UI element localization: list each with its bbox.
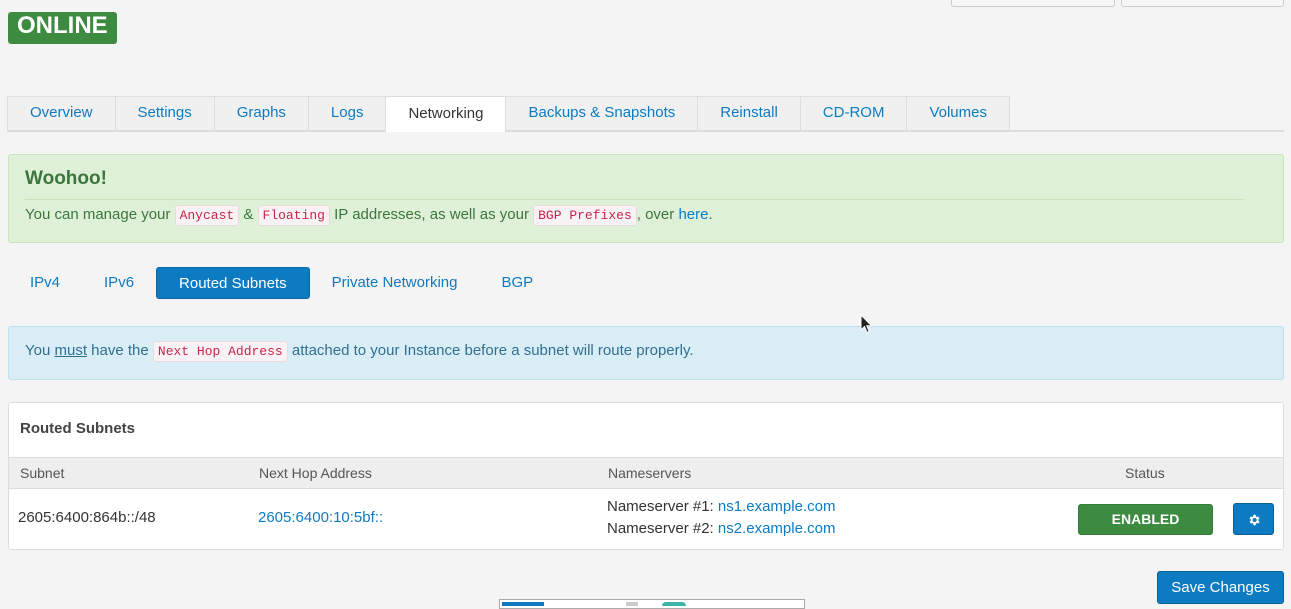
nameserver-1: Nameserver #1: ns1.example.com — [607, 498, 835, 515]
alert-text: You can manage your — [25, 206, 171, 223]
bgp-prefixes-code: BGP Prefixes — [533, 205, 637, 226]
networking-subtabs: IPv4 IPv6 Routed Subnets Private Network… — [8, 267, 555, 299]
top-action-button-1[interactable] — [951, 0, 1115, 7]
tab-reinstall[interactable]: Reinstall — [697, 96, 801, 130]
info-text: have the — [91, 342, 149, 359]
info-emphasis: must — [54, 342, 87, 359]
anycast-code: Anycast — [174, 205, 240, 226]
next-hop-code: Next Hop Address — [152, 341, 288, 362]
subtab-bgp[interactable]: BGP — [480, 267, 556, 299]
status-enabled-button[interactable]: ENABLED — [1078, 504, 1213, 535]
alert-divider — [25, 199, 1245, 200]
tab-cd-rom[interactable]: CD-ROM — [799, 96, 908, 130]
alert-message: You can manage your Anycast & Floating I… — [25, 205, 713, 226]
column-next-hop: Next Hop Address — [259, 465, 372, 481]
subtab-private-networking[interactable]: Private Networking — [310, 267, 480, 299]
column-subnet: Subnet — [20, 465, 65, 481]
save-changes-button[interactable]: Save Changes — [1157, 571, 1284, 604]
mouse-cursor-icon — [860, 314, 873, 334]
nameserver-1-label: Nameserver #1: — [607, 498, 714, 515]
tab-backups-snapshots[interactable]: Backups & Snapshots — [505, 96, 699, 130]
tab-settings[interactable]: Settings — [114, 96, 215, 130]
tab-logs[interactable]: Logs — [307, 96, 387, 130]
here-link[interactable]: here — [678, 206, 708, 223]
top-action-button-2[interactable] — [1121, 0, 1284, 7]
alert-text: IP addresses, as well as your — [334, 206, 529, 223]
info-text: You — [25, 342, 51, 359]
info-alert: You must have the Next Hop Address attac… — [8, 326, 1284, 380]
status-badge: ONLINE — [8, 12, 117, 44]
tab-networking[interactable]: Networking — [385, 96, 507, 132]
gear-icon — [1249, 514, 1260, 525]
subtab-routed-subnets[interactable]: Routed Subnets — [156, 267, 310, 299]
alert-text: & — [243, 206, 254, 223]
tab-overview[interactable]: Overview — [7, 96, 116, 130]
bottom-widget-fragment — [499, 599, 805, 609]
alert-text: , over — [636, 206, 675, 223]
nameserver-1-link[interactable]: ns1.example.com — [718, 498, 836, 515]
nameserver-2-label: Nameserver #2: — [607, 520, 714, 537]
table-header: Subnet Next Hop Address Nameservers Stat… — [9, 457, 1283, 489]
column-nameservers: Nameservers — [608, 465, 692, 481]
floating-code: Floating — [257, 205, 330, 226]
subtab-ipv4[interactable]: IPv4 — [8, 267, 82, 299]
tab-volumes[interactable]: Volumes — [906, 96, 1010, 130]
alert-text: . — [708, 206, 713, 223]
subnet-value: 2605:6400:864b::/48 — [18, 509, 156, 526]
info-message: You must have the Next Hop Address attac… — [25, 341, 694, 362]
column-status: Status — [1125, 465, 1165, 481]
nameserver-2: Nameserver #2: ns2.example.com — [607, 520, 835, 537]
subnet-settings-button[interactable] — [1233, 503, 1274, 535]
info-text: attached to your Instance before a subne… — [291, 342, 694, 359]
success-alert: Woohoo! You can manage your Anycast & Fl… — [8, 154, 1284, 243]
panel-title: Routed Subnets — [20, 420, 135, 437]
nameserver-2-link[interactable]: ns2.example.com — [718, 520, 836, 537]
next-hop-link[interactable]: 2605:6400:10:5bf:: — [258, 509, 383, 526]
routed-subnets-panel: Routed Subnets Subnet Next Hop Address N… — [8, 402, 1284, 550]
main-tabs: Overview Settings Graphs Logs Networking… — [7, 96, 1284, 132]
subtab-ipv6[interactable]: IPv6 — [82, 267, 156, 299]
tab-graphs[interactable]: Graphs — [213, 96, 309, 130]
alert-heading: Woohoo! — [25, 168, 107, 189]
